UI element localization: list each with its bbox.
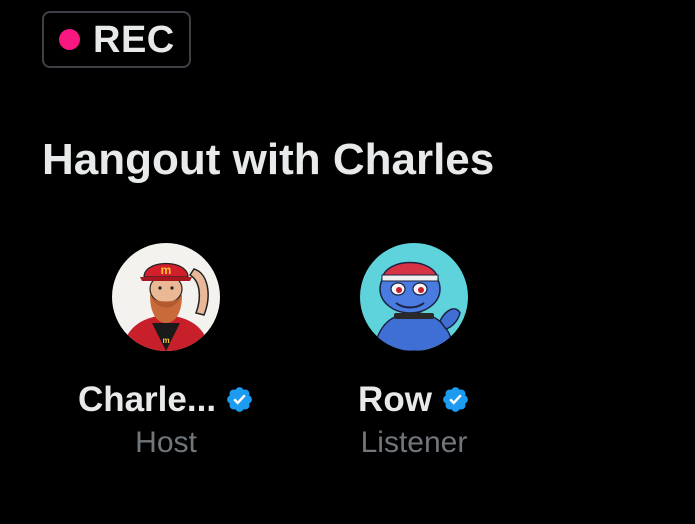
svg-text:m: m xyxy=(162,336,169,345)
host-name-row: Charle... xyxy=(78,379,254,419)
avatar-red-cap-bearded-man-icon: m m xyxy=(112,243,220,351)
svg-text:m: m xyxy=(161,263,172,277)
host-role: Host xyxy=(135,426,197,459)
listener-role: Listener xyxy=(360,426,468,459)
recording-dot-icon xyxy=(59,29,80,50)
verified-badge-icon xyxy=(225,385,254,414)
verified-badge-icon xyxy=(441,385,470,414)
recording-indicator: REC xyxy=(42,11,191,68)
listener-name: Row xyxy=(358,379,432,419)
avatar-blue-creature-red-hat-icon xyxy=(360,243,468,351)
participant-listener[interactable]: Row Listener xyxy=(304,243,524,461)
listener-name-row: Row xyxy=(358,379,470,419)
participant-host[interactable]: m m Charle... Host xyxy=(56,243,276,461)
avatar-host[interactable]: m m xyxy=(112,243,220,351)
space-title: Hangout with Charles xyxy=(42,135,495,184)
host-name: Charle... xyxy=(77,379,217,419)
recording-label: REC xyxy=(93,18,175,61)
avatar-listener[interactable] xyxy=(360,243,468,351)
